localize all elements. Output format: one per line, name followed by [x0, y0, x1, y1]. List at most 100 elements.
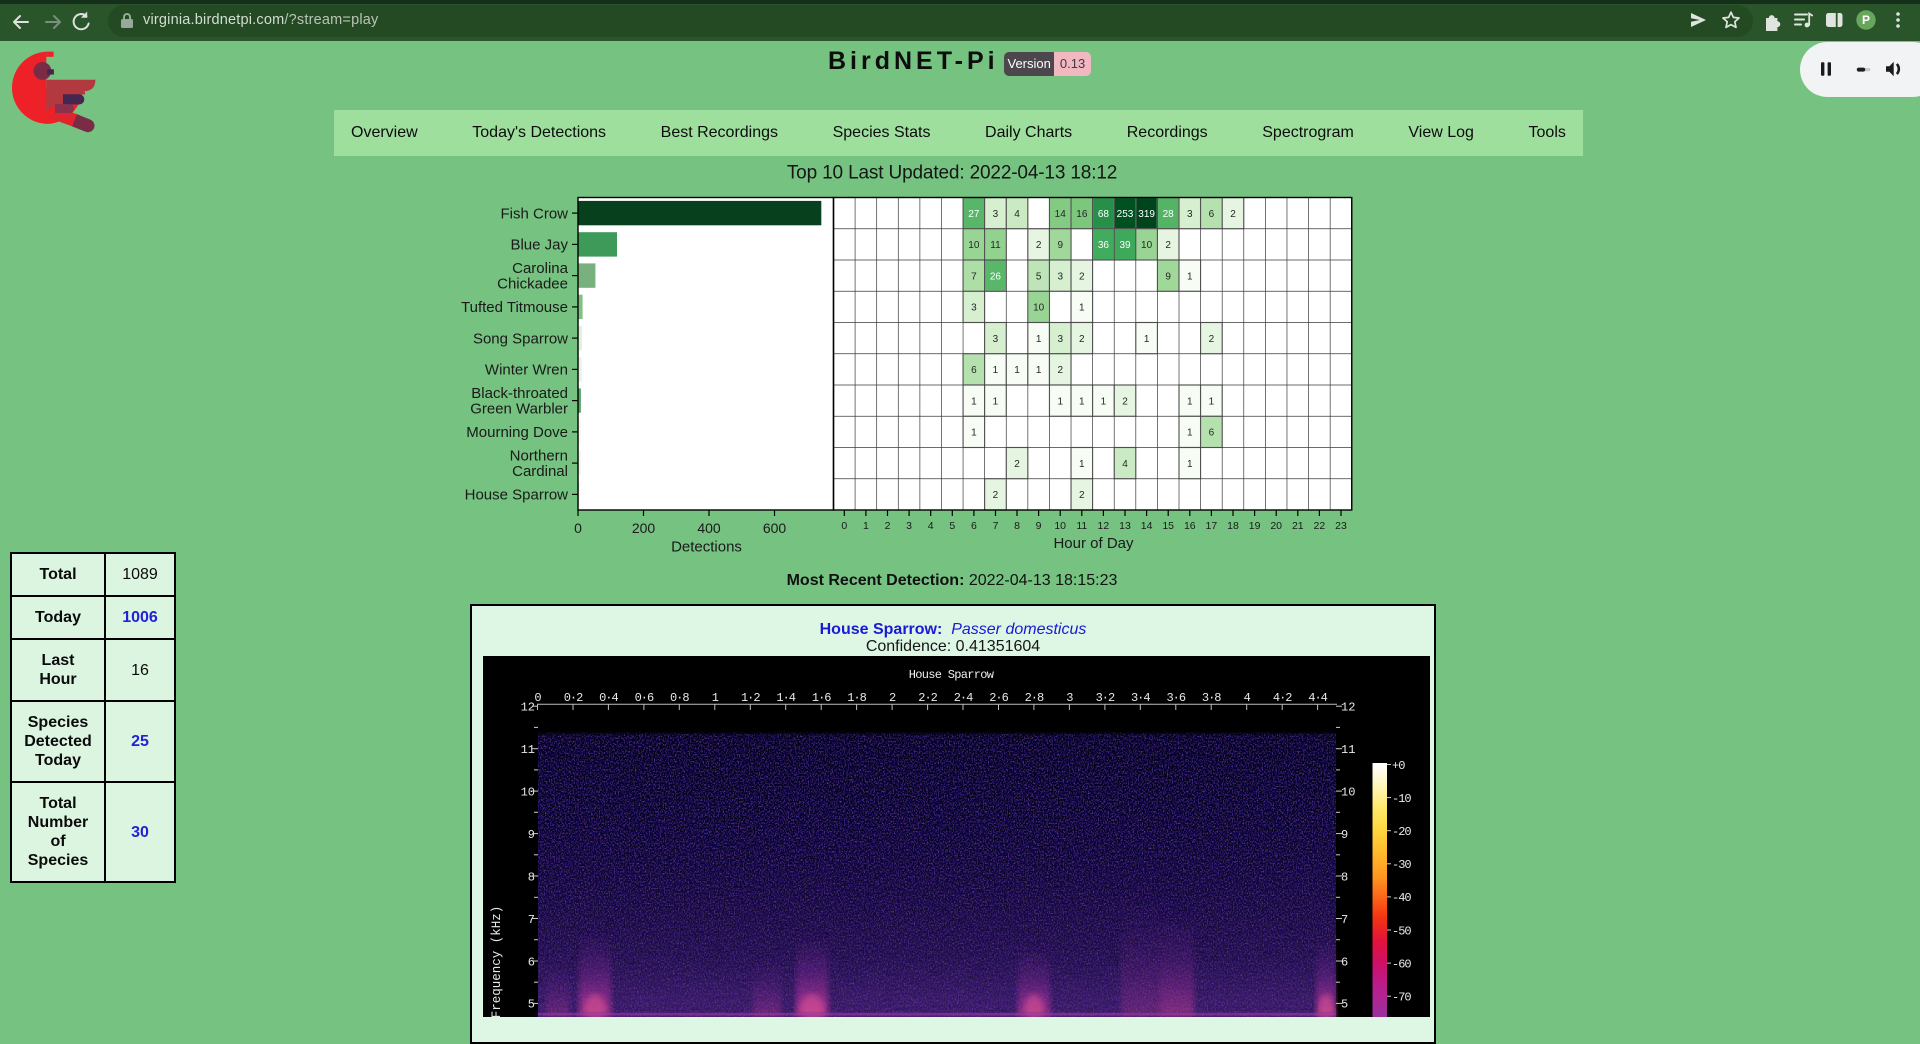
svg-text:Northern: Northern	[510, 448, 568, 465]
svg-text:P: P	[1862, 13, 1870, 27]
svg-text:-50: -50	[1392, 924, 1411, 938]
svg-text:27: 27	[968, 209, 980, 220]
svg-text:3: 3	[993, 209, 999, 220]
svg-text:4: 4	[928, 520, 934, 532]
svg-text:1·4: 1·4	[776, 691, 795, 705]
svg-text:0·6: 0·6	[635, 691, 654, 705]
svg-text:5: 5	[1036, 271, 1042, 282]
svg-text:7: 7	[1341, 913, 1348, 927]
svg-text:10: 10	[1033, 303, 1045, 314]
svg-text:-30: -30	[1392, 858, 1411, 872]
svg-text:Cardinal: Cardinal	[512, 463, 568, 480]
svg-text:5: 5	[949, 520, 955, 532]
svg-text:11: 11	[990, 240, 1001, 251]
svg-text:3: 3	[971, 303, 977, 314]
svg-text:0: 0	[841, 520, 847, 532]
svg-text:21: 21	[1292, 520, 1304, 532]
svg-text:1: 1	[971, 396, 977, 407]
svg-text:2: 2	[1036, 240, 1042, 251]
svg-text:1: 1	[1079, 396, 1085, 407]
svg-text:2: 2	[1079, 490, 1085, 501]
svg-text:Top 10 Last Updated: 2022-04-1: Top 10 Last Updated: 2022-04-13 18:12	[787, 163, 1117, 184]
svg-text:1: 1	[863, 520, 869, 532]
svg-text:13: 13	[1119, 520, 1131, 532]
svg-text:10: 10	[521, 785, 535, 799]
svg-text:1: 1	[1036, 365, 1042, 376]
svg-text:9: 9	[1341, 828, 1348, 842]
svg-text:2: 2	[889, 691, 896, 705]
svg-text:600: 600	[763, 520, 787, 536]
svg-text:2: 2	[1079, 271, 1085, 282]
svg-text:4·2: 4·2	[1273, 691, 1292, 705]
svg-text:1: 1	[712, 691, 719, 705]
svg-text:1·2: 1·2	[741, 691, 760, 705]
svg-text:2: 2	[885, 520, 891, 532]
svg-text:8: 8	[1014, 520, 1020, 532]
svg-text:3: 3	[1187, 209, 1193, 220]
svg-text:0: 0	[534, 691, 541, 705]
svg-text:18: 18	[1227, 520, 1239, 532]
svg-text:17: 17	[1206, 520, 1218, 532]
svg-text:14: 14	[1141, 520, 1153, 532]
svg-text:2: 2	[993, 490, 999, 501]
svg-text:Blue Jay: Blue Jay	[510, 237, 568, 254]
svg-text:4·4: 4·4	[1308, 691, 1327, 705]
svg-text:Green Warbler: Green Warbler	[470, 401, 568, 418]
svg-text:-20: -20	[1392, 825, 1411, 839]
svg-text:10: 10	[1341, 785, 1355, 799]
svg-text:1: 1	[1101, 396, 1107, 407]
svg-text:Mourning Dove: Mourning Dove	[466, 424, 568, 441]
svg-text:1: 1	[1187, 428, 1193, 439]
svg-text:6: 6	[971, 520, 977, 532]
svg-text:1: 1	[1209, 396, 1215, 407]
svg-text:9: 9	[1057, 240, 1063, 251]
svg-text:10: 10	[1054, 520, 1066, 532]
svg-text:Tufted Titmouse: Tufted Titmouse	[461, 299, 568, 316]
svg-text:253: 253	[1117, 209, 1134, 220]
svg-text:9: 9	[528, 828, 535, 842]
svg-text:28: 28	[1163, 209, 1175, 220]
svg-text:1·6: 1·6	[812, 691, 831, 705]
svg-text:16: 16	[1076, 209, 1088, 220]
svg-text:4: 4	[1014, 209, 1020, 220]
svg-text:7: 7	[971, 271, 977, 282]
svg-text:Chickadee: Chickadee	[497, 276, 568, 293]
svg-text:1: 1	[1187, 396, 1193, 407]
svg-text:House Sparrow: House Sparrow	[909, 668, 995, 682]
svg-text:1: 1	[1079, 303, 1085, 314]
svg-text:15: 15	[1162, 520, 1174, 532]
svg-text:0: 0	[574, 520, 582, 536]
svg-text:2·4: 2·4	[954, 691, 973, 705]
svg-text:22: 22	[1314, 520, 1326, 532]
svg-text:2: 2	[1057, 365, 1063, 376]
svg-text:1·8: 1·8	[847, 691, 866, 705]
svg-text:2: 2	[1209, 334, 1215, 345]
svg-text:2: 2	[1122, 396, 1128, 407]
svg-text:23: 23	[1335, 520, 1347, 532]
svg-text:14: 14	[1055, 209, 1067, 220]
svg-text:1: 1	[971, 428, 977, 439]
svg-text:6: 6	[1341, 955, 1348, 969]
svg-text:+0: +0	[1392, 759, 1405, 773]
svg-text:Fish Crow: Fish Crow	[500, 205, 568, 222]
svg-text:3: 3	[906, 520, 912, 532]
svg-text:2: 2	[1165, 240, 1171, 251]
svg-text:6: 6	[1209, 428, 1215, 439]
svg-text:200: 200	[632, 520, 656, 536]
svg-text:3: 3	[1057, 271, 1063, 282]
svg-text:2: 2	[1014, 459, 1020, 470]
svg-text:1: 1	[1187, 459, 1193, 470]
svg-text:12: 12	[1098, 520, 1110, 532]
svg-text:-60: -60	[1392, 957, 1411, 971]
svg-text:4: 4	[1122, 459, 1128, 470]
svg-text:10: 10	[1141, 240, 1153, 251]
svg-text:5: 5	[1341, 998, 1348, 1012]
svg-text:7: 7	[993, 520, 999, 532]
svg-text:10: 10	[968, 240, 980, 251]
svg-text:6: 6	[528, 955, 535, 969]
svg-text:-70: -70	[1392, 991, 1411, 1005]
svg-text:9: 9	[1165, 271, 1171, 282]
svg-text:16: 16	[1184, 520, 1196, 532]
svg-text:68: 68	[1098, 209, 1110, 220]
svg-text:2: 2	[1230, 209, 1236, 220]
